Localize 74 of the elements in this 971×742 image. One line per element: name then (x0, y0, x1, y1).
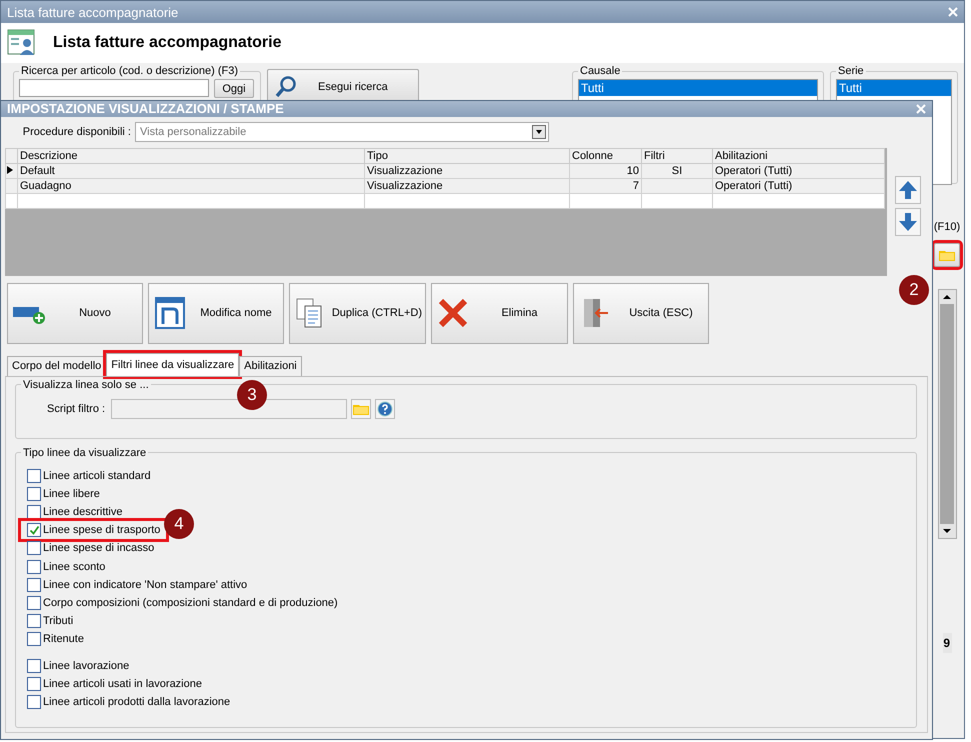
folder-icon (939, 249, 955, 261)
move-down-button[interactable] (895, 208, 921, 236)
list-item[interactable]: Tutti (837, 80, 951, 96)
checkbox-row[interactable]: Linee descrittive (21, 502, 122, 522)
checkbox[interactable] (27, 694, 41, 709)
checkbox[interactable] (27, 632, 41, 646)
checkbox[interactable] (27, 468, 41, 483)
table-cell: Visualizzazione (364, 163, 570, 178)
field-label: Script filtro : (47, 402, 106, 415)
table-cell: Operatori (Tutti) (712, 163, 884, 178)
checkbox[interactable] (27, 541, 41, 556)
search-icon (274, 75, 298, 99)
checkbox-row[interactable]: Linee spese di incasso (21, 539, 154, 558)
column-header[interactable]: Filtri (642, 148, 712, 164)
delete-button[interactable]: Elimina (431, 282, 568, 344)
tab[interactable]: Abilitazioni (239, 356, 302, 376)
table-cell: 10 (570, 163, 642, 178)
table-cell: SI (642, 163, 712, 178)
checkbox[interactable] (27, 596, 41, 610)
checkbox-row[interactable]: Linee spese di trasporto (21, 521, 166, 540)
checkbox-row[interactable]: Ritenute (21, 630, 84, 648)
window-heading: Lista fatture accompagnatorie (53, 34, 282, 52)
checkbox[interactable] (27, 523, 41, 538)
checkbox-row[interactable]: Linee articoli usati in lavorazione (21, 674, 202, 693)
checkbox-row[interactable]: Linee con indicatore 'Non stampare' attivo (21, 576, 248, 594)
delete-icon (437, 297, 469, 330)
checkbox-row[interactable]: Tributi (21, 612, 74, 630)
checkbox[interactable] (27, 614, 41, 628)
checkbox-row[interactable]: Linee libere (21, 484, 100, 503)
duplicate-button[interactable]: Duplica (CTRL+D) (289, 282, 426, 344)
list-item[interactable]: Tutti (579, 80, 817, 96)
checkbox[interactable] (27, 676, 41, 691)
group-legend: Ricerca per articolo (cod. o descrizione) (F3) (19, 65, 240, 77)
column-header[interactable]: Abilitazioni (712, 148, 884, 164)
today-button[interactable]: Oggi (214, 79, 254, 98)
column-header[interactable]: Descrizione (18, 148, 364, 164)
shortcut-label: (F10) (934, 221, 960, 233)
checkbox-row[interactable]: Linee lavorazione (21, 656, 130, 675)
close-icon[interactable] (948, 7, 958, 17)
help-button[interactable] (375, 398, 396, 419)
table-cell: Default (18, 163, 364, 178)
table-cell: Operatori (Tutti) (712, 178, 884, 194)
column-header[interactable]: Tipo (364, 148, 570, 164)
table-cell: Guadagno (18, 178, 364, 194)
checkbox[interactable] (27, 578, 41, 592)
rename-icon (155, 297, 185, 330)
scrollbar[interactable] (938, 289, 956, 539)
group-legend: Causale (578, 65, 622, 77)
checkbox[interactable] (27, 560, 41, 574)
checkbox[interactable] (27, 486, 41, 501)
current-row-icon (7, 166, 13, 174)
checkbox[interactable] (27, 658, 41, 673)
column-header[interactable]: Colonne (570, 148, 642, 164)
table-cell: 7 (570, 178, 642, 194)
tab[interactable]: Filtri linee da visualizzare (106, 352, 240, 376)
user-list-icon (7, 28, 37, 58)
rename-button[interactable]: Modifica nome (148, 282, 284, 344)
table-cell: Visualizzazione (364, 178, 570, 194)
status-value: 9 (943, 633, 952, 653)
move-up-button[interactable] (895, 176, 921, 204)
checkbox-row[interactable]: Linee articoli prodotti dalla lavorazione (21, 692, 230, 711)
exit-button[interactable]: Uscita (ESC) (573, 282, 709, 344)
checkbox-row[interactable]: Corpo composizioni (composizioni standard e di produzione) (21, 594, 338, 612)
group-legend: Tipo linee da visualizzare (21, 446, 148, 459)
field-label: Procedure disponibili : (22, 126, 131, 138)
checkbox-row[interactable]: Linee sconto (21, 558, 106, 576)
new-button[interactable]: Nuovo (7, 282, 143, 344)
window-title: Lista fatture accompagnatorie (7, 4, 178, 20)
checkbox[interactable] (27, 505, 41, 520)
procedure-dropdown[interactable]: Vista personalizzabile (135, 122, 549, 142)
search-field[interactable] (19, 79, 209, 97)
group-legend: Serie (836, 65, 866, 77)
checkbox-row[interactable]: Linee articoli standard (21, 466, 151, 485)
group-legend: Visualizza linea solo se ... (21, 378, 151, 391)
